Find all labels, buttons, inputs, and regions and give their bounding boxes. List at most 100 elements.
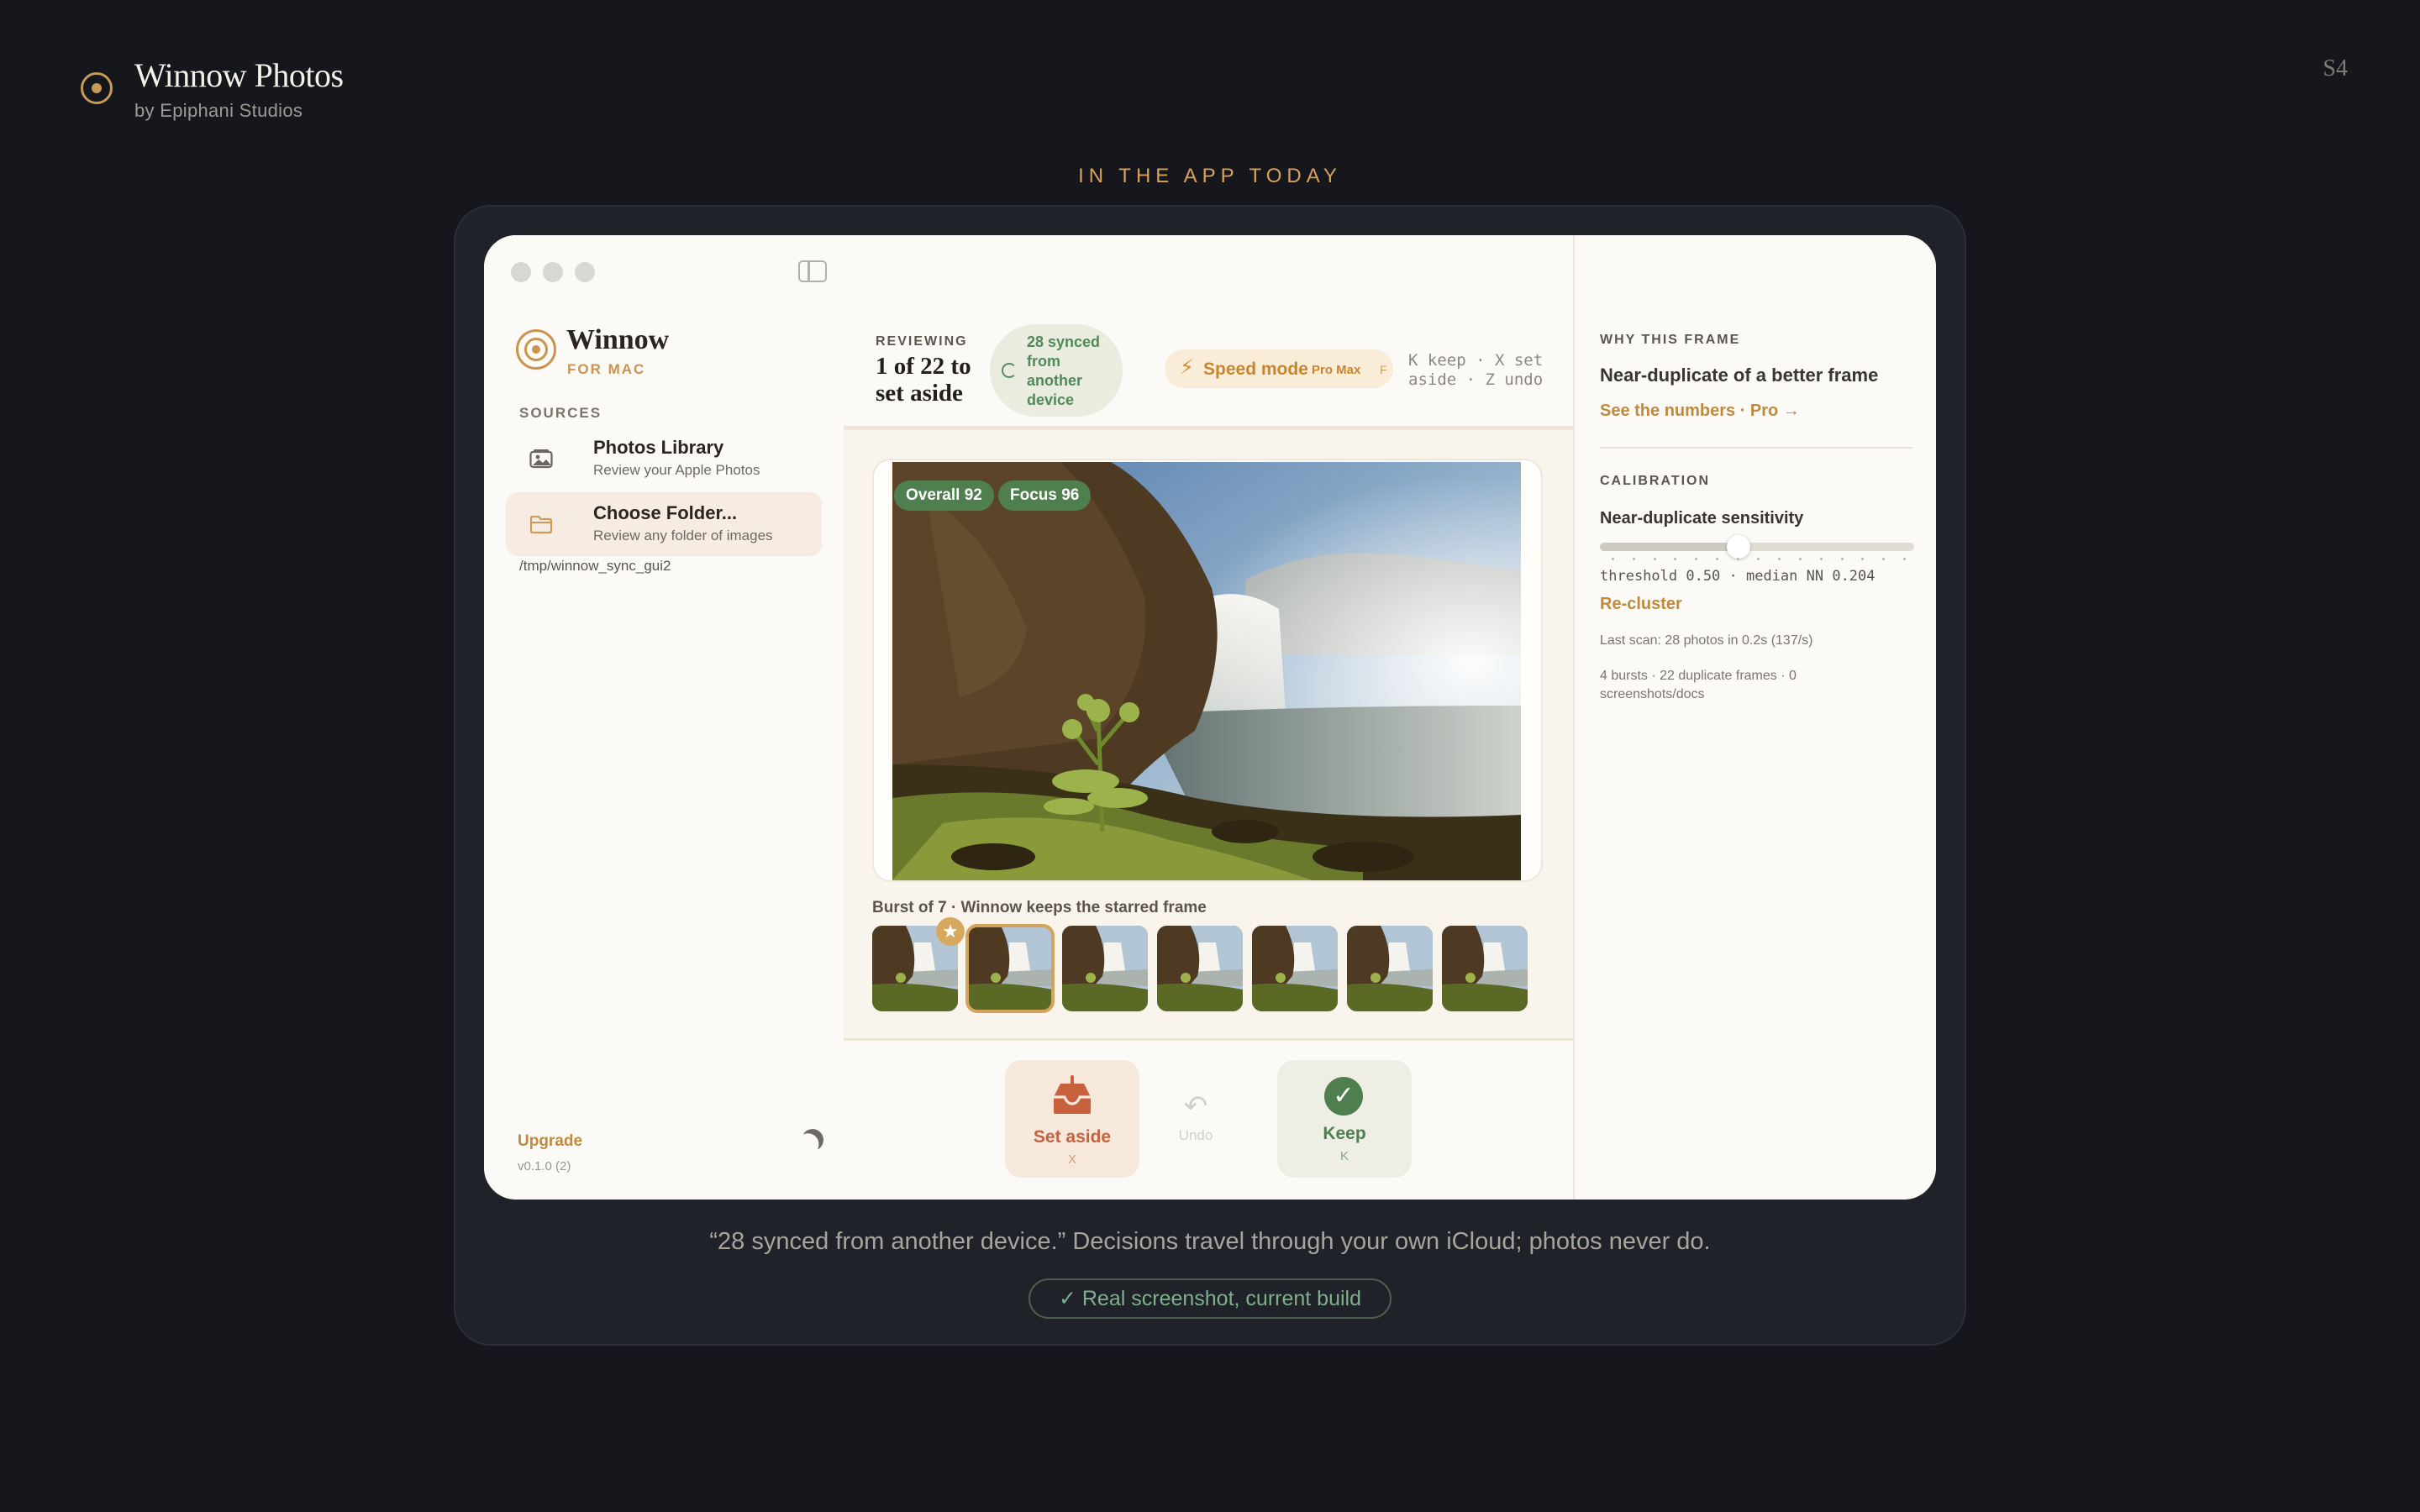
source-title: Choose Folder...	[593, 502, 738, 523]
last-scan-text: Last scan: 28 photos in 0.2s (137/s)	[1600, 633, 1813, 648]
source-description: Review your Apple Photos	[593, 462, 760, 478]
folder-icon	[529, 515, 553, 534]
burst-label: Burst of 7 · Winnow keeps the starred fr…	[872, 899, 1207, 916]
threshold-readout: threshold 0.50 · median NN 0.204	[1600, 568, 1876, 585]
slider-tick	[1799, 558, 1802, 560]
brand-title: Winnow Photos	[134, 56, 344, 94]
keep-shortcut: K	[1339, 1149, 1349, 1163]
burst-thumbnail[interactable]	[1442, 926, 1528, 1011]
panel-divider	[1600, 447, 1912, 449]
slider-tick	[1819, 558, 1823, 560]
sidebar-toggle-icon[interactable]	[798, 260, 827, 282]
sources-label: SOURCES	[519, 405, 602, 421]
slider-tick	[1632, 558, 1635, 560]
pro-max-badge: Pro Max	[1312, 363, 1361, 377]
speed-mode-button[interactable]: ⚡ Speed mode Pro Max F	[1165, 349, 1393, 388]
verified-badge: ✓ Real screenshot, current build	[1028, 1278, 1392, 1319]
slider-tick	[1882, 558, 1886, 560]
slide-number: S4	[2323, 55, 2348, 81]
photo-library-icon	[529, 449, 553, 469]
keyboard-shortcuts-hint: K keep · X set aside · Z undo	[1408, 351, 1544, 389]
slide-eyebrow: IN THE APP TODAY	[1078, 165, 1342, 187]
keep-label: Keep	[1323, 1124, 1366, 1143]
why-frame-text: Near-duplicate of a better frame	[1600, 365, 1879, 386]
app-name: Winnow	[566, 324, 670, 355]
slider-tick	[1902, 558, 1906, 560]
slider-knob[interactable]	[1726, 535, 1750, 559]
slide-caption: “28 synced from another device.” Decisio…	[709, 1228, 1711, 1255]
keep-button[interactable]: ✓ Keep K	[1277, 1060, 1412, 1178]
slider-tick	[1695, 558, 1698, 560]
recluster-button[interactable]: Re-cluster	[1600, 595, 1682, 614]
main-photo[interactable]	[892, 462, 1521, 880]
set-aside-label: Set aside	[1033, 1127, 1112, 1147]
slider-fill	[1600, 543, 1739, 551]
burst-thumbnail[interactable]	[1347, 926, 1433, 1011]
review-count: 1 of 22 to set aside	[876, 353, 971, 407]
speed-mode-shortcut: F	[1380, 363, 1387, 376]
slide-brand: Winnow Photos by Epiphani Studios	[81, 55, 344, 122]
sensitivity-slider[interactable]	[1600, 535, 1914, 559]
set-aside-button[interactable]: Set aside X	[1005, 1060, 1139, 1178]
source-photos-library[interactable]: Photos Library Review your Apple Photos	[506, 427, 822, 491]
slider-ticks	[1612, 558, 1906, 560]
source-title: Photos Library	[593, 437, 724, 458]
brand-logo-icon	[81, 72, 113, 104]
source-description: Review any folder of images	[593, 528, 773, 543]
undo-button[interactable]: ↶ Undo	[1166, 1092, 1225, 1144]
sync-icon	[1002, 363, 1017, 378]
bolt-icon: ⚡	[1180, 356, 1194, 379]
scan-summary-text: 4 bursts · 22 duplicate frames · 0 scree…	[1600, 669, 1797, 701]
starred-frame-star-icon: ★	[936, 917, 965, 946]
zoom-window-button[interactable]	[575, 262, 595, 282]
slider-tick	[1840, 558, 1844, 560]
dark-mode-moon-icon[interactable]	[798, 1126, 826, 1153]
thumbnail-image	[1442, 926, 1528, 1011]
minimize-window-button[interactable]	[543, 262, 563, 282]
inspector-panel: WHY THIS FRAME Near-duplicate of a bette…	[1573, 235, 1936, 1200]
calibration-label: CALIBRATION	[1600, 474, 1711, 488]
thumbnail-image	[1157, 926, 1243, 1011]
thumbnail-image	[1252, 926, 1338, 1011]
undo-arrow-icon: ↶	[1183, 1090, 1208, 1122]
undo-label: Undo	[1178, 1127, 1213, 1143]
overall-score-badge: Overall 92	[894, 480, 994, 511]
thumbnail-image	[967, 926, 1053, 1011]
inbox-tray-icon	[1054, 1075, 1091, 1114]
upgrade-link[interactable]: Upgrade	[518, 1132, 582, 1151]
focus-score-badge: Focus 96	[998, 480, 1092, 511]
app-window: Winnow FOR MAC SOURCES Photos Library Re…	[484, 235, 1936, 1200]
burst-thumbnail[interactable]	[1252, 926, 1338, 1011]
folder-path: /tmp/winnow_sync_gui2	[519, 558, 671, 574]
slider-tick	[1674, 558, 1677, 560]
slider-tick	[1612, 558, 1614, 560]
thumbnail-image	[1347, 926, 1433, 1011]
slider-tick	[1757, 558, 1760, 560]
slider-tick	[1861, 558, 1865, 560]
brand-subtitle: by Epiphani Studios	[134, 100, 303, 121]
version-label: v0.1.0 (2)	[518, 1159, 571, 1173]
app-subtitle: FOR MAC	[567, 361, 646, 377]
app-logo-icon	[516, 329, 556, 370]
burst-thumbnail[interactable]	[1157, 926, 1243, 1011]
burst-thumbnail[interactable]	[1062, 926, 1148, 1011]
sidebar: Winnow FOR MAC SOURCES Photos Library Re…	[484, 235, 844, 1200]
speed-mode-label: Speed mode	[1203, 360, 1308, 379]
slider-tick	[1653, 558, 1656, 560]
slider-tick	[1778, 558, 1781, 560]
close-window-button[interactable]	[511, 262, 531, 282]
slider-tick	[1736, 558, 1739, 560]
thumbnail-image	[1062, 926, 1148, 1011]
sensitivity-title: Near-duplicate sensitivity	[1600, 509, 1804, 528]
see-numbers-link[interactable]: See the numbers · Pro →	[1600, 402, 1800, 421]
why-frame-label: WHY THIS FRAME	[1600, 333, 1741, 347]
sync-status-badge: 28 synced from another device	[990, 324, 1123, 417]
slider-tick	[1715, 558, 1718, 560]
set-aside-shortcut: X	[1067, 1152, 1076, 1167]
reviewing-label: REVIEWING	[876, 334, 968, 349]
sync-status-text: 28 synced from another device	[1027, 333, 1101, 408]
burst-thumbnail[interactable]	[965, 924, 1055, 1013]
window-controls	[511, 262, 595, 282]
source-choose-folder[interactable]: Choose Folder... Review any folder of im…	[506, 492, 822, 556]
checkmark-icon: ✓	[1324, 1077, 1363, 1116]
